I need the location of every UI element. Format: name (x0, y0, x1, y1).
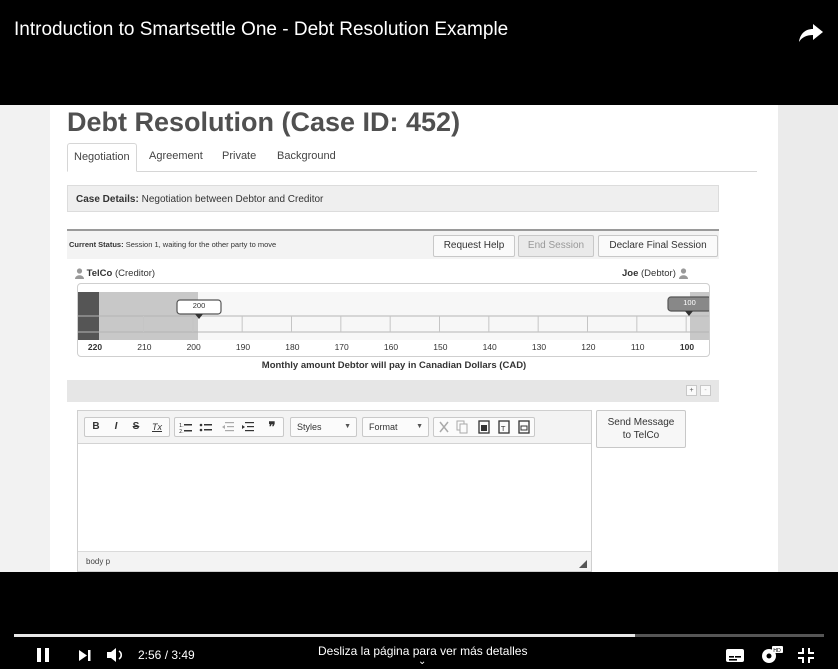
volume-icon[interactable] (106, 647, 126, 663)
editor-path-footer: body p (78, 551, 591, 571)
tab-background[interactable]: Background (271, 143, 342, 171)
case-details-box: Case Details: Negotiation between Debtor… (67, 185, 719, 212)
slider-tick-label: 170 (334, 342, 349, 352)
styles-dropdown[interactable]: Styles ▼ (290, 417, 357, 437)
left-marker-value: 200 (192, 301, 206, 310)
numbered-list-icon[interactable]: 1.2. (179, 418, 193, 436)
case-details-text: Negotiation between Debtor and Creditor (141, 194, 324, 205)
creditor-label: TelCo (Creditor) (75, 268, 155, 279)
slider-tick-label: 100 (679, 342, 695, 352)
slider-tick-label: 140 (482, 342, 497, 352)
editor-separator-strip: + - (67, 380, 719, 402)
video-title[interactable]: Introduction to Smartsettle One - Debt R… (14, 19, 508, 41)
text-style-group: B I S Tx (84, 417, 170, 437)
slider-tick-label: 160 (383, 342, 399, 352)
resize-handle-icon[interactable] (579, 560, 587, 568)
chevron-down-icon: ▼ (416, 423, 423, 430)
pause-icon[interactable] (36, 647, 50, 663)
svg-text:T: T (500, 425, 506, 433)
strikethrough-button[interactable]: S (127, 418, 145, 436)
video-top-bar: Introduction to Smartsettle One - Debt R… (0, 0, 838, 105)
copy-icon[interactable] (455, 418, 469, 436)
remove-format-button[interactable]: Tx (147, 418, 167, 436)
list-group: 1. 2. ❞ (174, 417, 284, 437)
zoom-out-button[interactable]: - (700, 385, 711, 396)
slider-tick-label: 190 (235, 342, 251, 352)
paste-text-icon[interactable]: T (497, 418, 511, 436)
chevron-down-icon[interactable]: ⌄ (418, 656, 426, 667)
user-icon (678, 268, 688, 279)
indent-icon[interactable] (241, 418, 255, 436)
negotiation-slider[interactable]: 200 100 220 210 200 190 180 170 160 150 140 130 12… (77, 283, 710, 357)
tab-bar: Negotiation Agreement Private Background (67, 143, 757, 172)
slider-tick-label: 120 (581, 342, 596, 352)
creditor-name: TelCo (86, 268, 113, 280)
debtor-role: (Debtor) (641, 268, 676, 280)
outdent-icon[interactable] (221, 418, 235, 436)
cut-icon[interactable] (437, 418, 451, 436)
web-content: Debt Resolution (Case ID: 452) Negotiati… (0, 105, 838, 572)
bulleted-list-icon[interactable] (199, 418, 213, 436)
share-icon[interactable] (796, 18, 826, 48)
paste-word-icon[interactable] (517, 418, 531, 436)
editor-toolbar: B I S Tx 1. 2. ❞ Styles ▼ Format ▼ T (78, 411, 591, 444)
smartsettle-page: Debt Resolution (Case ID: 452) Negotiati… (50, 105, 778, 572)
debtor-label: Joe (Debtor) (622, 268, 688, 279)
end-session-button[interactable]: End Session (518, 235, 594, 257)
case-details-label: Case Details: (76, 194, 139, 205)
progress-fill (14, 634, 636, 637)
next-icon[interactable] (78, 649, 92, 662)
slider-tick-label: 130 (531, 342, 547, 352)
slider-tick-label: 110 (630, 342, 645, 352)
italic-button[interactable]: I (107, 418, 125, 436)
svg-text:HD: HD (773, 648, 781, 654)
blockquote-icon[interactable]: ❞ (263, 418, 281, 436)
slider-tick-label: 150 (433, 342, 448, 352)
exit-fullscreen-icon[interactable] (798, 648, 814, 663)
clipboard-group: T (433, 417, 535, 437)
send-message-button[interactable]: Send Message to TelCo (596, 410, 686, 448)
tab-negotiation[interactable]: Negotiation (67, 143, 137, 172)
tab-agreement[interactable]: Agreement (143, 143, 209, 171)
send-message-line2: to TelCo (622, 430, 660, 441)
element-path: body p (86, 557, 111, 566)
progress-bar[interactable] (14, 634, 824, 637)
send-message-line1: Send Message (607, 417, 675, 428)
paste-icon[interactable] (477, 418, 491, 436)
format-dropdown[interactable]: Format ▼ (362, 417, 429, 437)
slider-tick-label: 200 (186, 342, 201, 352)
format-dropdown-label: Format (369, 422, 398, 432)
status-bar: Current Status: Session 1, waiting for t… (67, 229, 719, 259)
subtitles-icon[interactable] (726, 649, 744, 662)
debtor-name: Joe (622, 268, 639, 280)
right-margin (778, 105, 838, 572)
message-editor[interactable]: B I S Tx 1. 2. ❞ Styles ▼ Format ▼ T bod… (77, 410, 592, 572)
user-icon (75, 268, 84, 279)
playback-time: 2:56 / 3:49 (138, 648, 195, 662)
page-title: Debt Resolution (Case ID: 452) (67, 107, 461, 137)
right-marker-value: 100 (683, 298, 696, 307)
slider-tick-label: 180 (285, 342, 300, 352)
tab-private[interactable]: Private (216, 143, 262, 171)
request-help-button[interactable]: Request Help (433, 235, 515, 257)
creditor-role: (Creditor) (114, 268, 156, 280)
video-player-controls: 2:56 / 3:49 Desliza la página para ver m… (0, 572, 838, 669)
svg-text:2.: 2. (179, 429, 184, 435)
slider-tick-label: 210 (137, 342, 152, 352)
styles-dropdown-label: Styles (297, 422, 322, 432)
bold-button[interactable]: B (87, 418, 105, 436)
status-message: Session 1, waiting for the other party t… (125, 240, 277, 249)
status-text: Current Status: Session 1, waiting for t… (69, 240, 276, 249)
status-label: Current Status: (69, 240, 124, 249)
settings-hd-icon[interactable]: HD (760, 645, 784, 665)
zoom-in-button[interactable]: + (686, 385, 697, 396)
chevron-down-icon: ▼ (344, 423, 351, 430)
slider-tick-label: 220 (87, 342, 103, 352)
axis-title: Monthly amount Debtor will pay in Canadi… (261, 360, 527, 371)
declare-final-session-button[interactable]: Declare Final Session (598, 235, 718, 257)
